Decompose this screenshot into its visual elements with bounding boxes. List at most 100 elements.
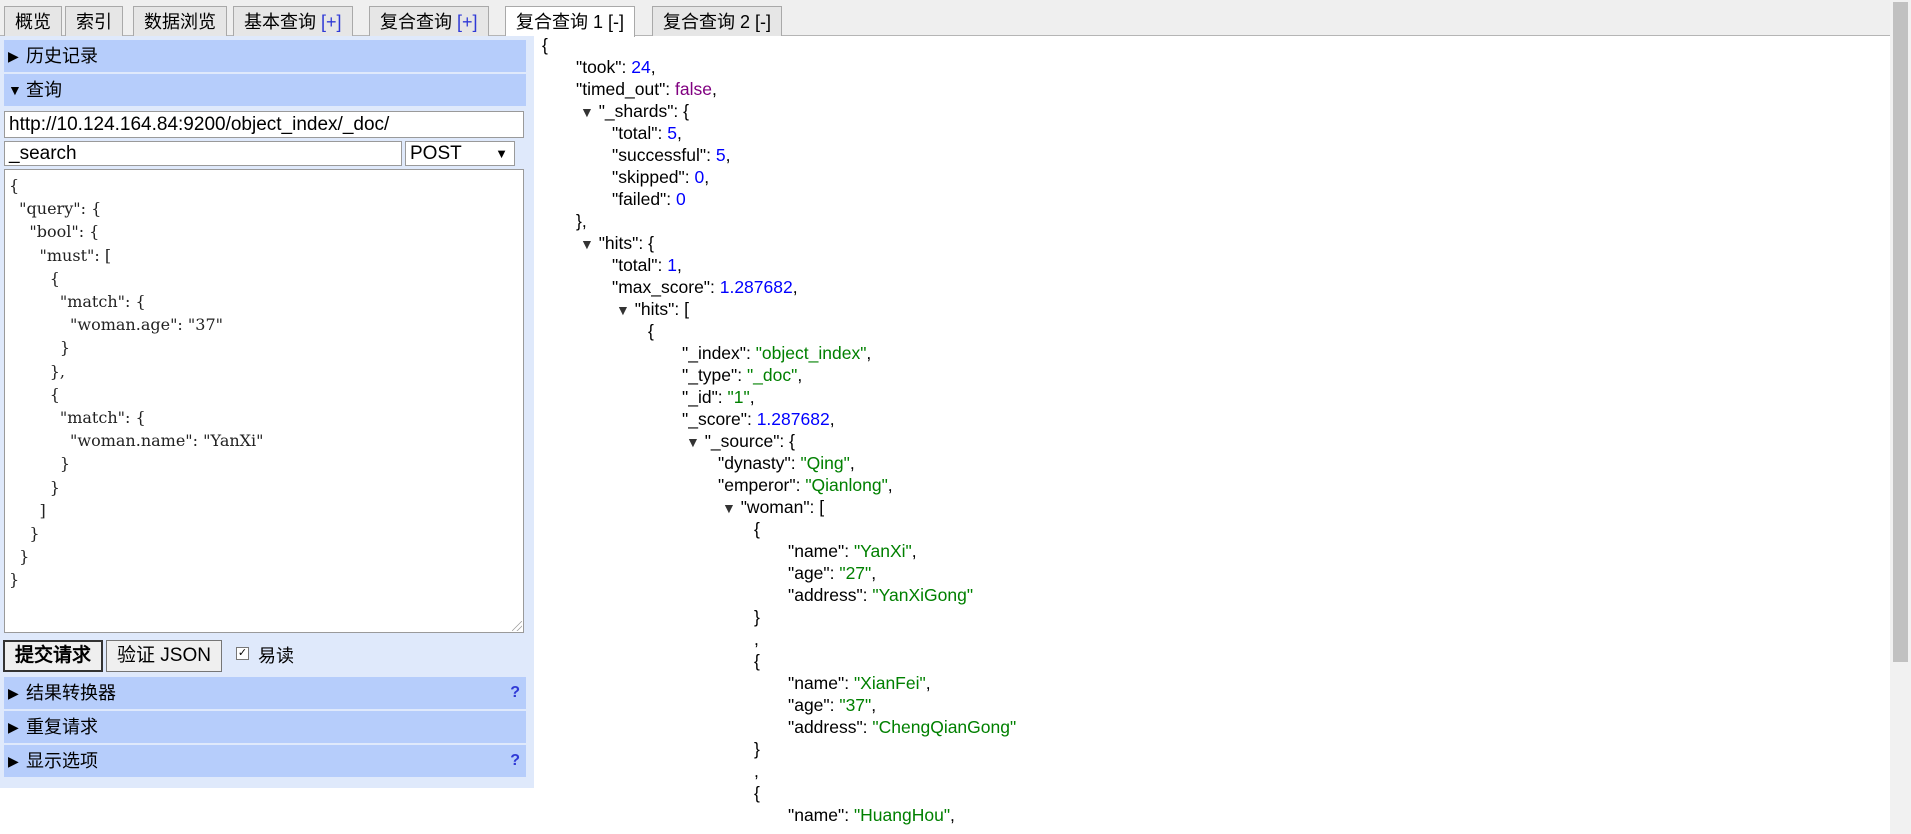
collapse-toggle-icon[interactable]: ▼ [722, 500, 736, 516]
tab-compound-query-1[interactable]: 复合查询 1 [-] [505, 6, 636, 37]
history-section-header[interactable]: ▶ 历史记录 [4, 40, 526, 72]
expand-arrow-icon: ▶ [8, 719, 19, 735]
json-value: "27" [839, 563, 872, 583]
section-label: 显示选项 [26, 751, 98, 771]
json-value: "HuangHou" [853, 805, 951, 825]
tab-basic-query[interactable]: 基本查询 [+] [233, 6, 353, 36]
json-line: "took": 24, [576, 57, 656, 77]
json-line: "name": "HuangHou", [788, 805, 955, 825]
json-line: "name": "XianFei", [788, 673, 931, 693]
query-section-header[interactable]: ▼ 查询 [4, 74, 526, 106]
json-value: false [675, 79, 712, 99]
tab-label: 复合查询 [380, 12, 458, 32]
json-value: "object_index" [755, 343, 867, 363]
json-line: }, [576, 211, 587, 231]
json-line: "max_score": 1.287682, [612, 277, 798, 297]
collapse-toggle-icon[interactable]: ▼ [616, 302, 630, 318]
json-line: { [754, 519, 760, 539]
json-value: 5 [667, 123, 677, 143]
validate-json-button[interactable]: 验证 JSON [106, 640, 222, 672]
query-body-text: { "query": { "bool": { "must": [ { "matc… [9, 176, 264, 590]
json-value: 1.287682 [756, 409, 830, 429]
tab-add-icon[interactable]: [+] [457, 12, 478, 32]
scrollbar-thumb[interactable] [1893, 2, 1908, 662]
readable-checkbox[interactable]: ✓ [236, 647, 249, 660]
expand-arrow-icon: ▶ [8, 685, 19, 701]
help-icon[interactable]: ? [510, 745, 520, 777]
tab-label: 索引 [76, 12, 112, 32]
json-line: ▼ "_shards": { [580, 101, 689, 121]
json-line: "address": "ChengQianGong" [788, 717, 1017, 737]
collapse-toggle-icon[interactable]: ▼ [580, 236, 594, 252]
path-input[interactable]: _search [4, 141, 402, 166]
tab-label: 复合查询 1 [-] [516, 12, 625, 32]
json-value: 1.287682 [719, 277, 793, 297]
json-result-viewer: { "took": 24, "timed_out": false, ▼ "_sh… [542, 34, 1882, 834]
json-line: "age": "27", [788, 563, 877, 583]
tab-compound-query[interactable]: 复合查询 [+] [369, 6, 489, 36]
json-line: "skipped": 0, [612, 167, 710, 187]
repeat-section-header[interactable]: ▶ 重复请求 [4, 711, 526, 743]
json-value: "YanXiGong" [872, 585, 974, 605]
section-label: 结果转换器 [26, 683, 116, 703]
json-value: "Qianlong" [805, 475, 888, 495]
tab-indices[interactable]: 索引 [65, 6, 123, 36]
collapse-arrow-icon: ▼ [8, 82, 22, 98]
collapse-toggle-icon[interactable]: ▼ [580, 104, 594, 120]
tab-compound-query-2[interactable]: 复合查询 2 [-] [652, 6, 783, 36]
json-line: { [542, 35, 548, 55]
query-body-textarea[interactable]: { "query": { "bool": { "must": [ { "matc… [4, 169, 524, 633]
json-value: "YanXi" [853, 541, 912, 561]
expand-arrow-icon: ▶ [8, 753, 19, 769]
tab-label: 基本查询 [244, 12, 322, 32]
tab-browser[interactable]: 数据浏览 [133, 6, 227, 36]
json-line: "_type": "_doc", [682, 365, 803, 385]
json-line: "emperor": "Qianlong", [718, 475, 893, 495]
json-line: "total": 5, [612, 123, 682, 143]
json-line: "total": 1, [612, 255, 682, 275]
vertical-scrollbar[interactable] [1890, 0, 1911, 834]
readable-label: 易读 [258, 646, 294, 666]
json-line: "_score": 1.287682, [682, 409, 835, 429]
section-label: 查询 [26, 80, 62, 100]
json-line: "successful": 5, [612, 145, 731, 165]
json-value: "Qing" [800, 453, 850, 473]
tab-label: 概览 [15, 12, 51, 32]
tab-add-icon[interactable]: [+] [321, 12, 342, 32]
json-line: "name": "YanXi", [788, 541, 917, 561]
section-label: 重复请求 [26, 717, 98, 737]
tab-overview[interactable]: 概览 [4, 6, 62, 36]
json-line: "_id": "1", [682, 387, 755, 407]
collapse-toggle-icon[interactable]: ▼ [686, 434, 700, 450]
json-line: ▼ "hits": [ [616, 299, 689, 319]
method-select[interactable]: POST ▼ [405, 141, 515, 166]
json-line: { [648, 321, 654, 341]
json-value: "37" [839, 695, 872, 715]
json-value: 0 [675, 189, 686, 209]
submit-request-button[interactable]: 提交请求 [3, 640, 104, 672]
json-line: , [754, 629, 759, 649]
tab-bar: 概览 索引 数据浏览 基本查询 [+] 复合查询 [+] 复合查询 1 [-] … [0, 0, 1911, 37]
resize-handle[interactable] [512, 621, 522, 631]
json-value: 0 [694, 167, 705, 187]
json-line: "failed": 0 [612, 189, 686, 209]
json-line: "address": "YanXiGong" [788, 585, 974, 605]
display-options-section-header[interactable]: ▶ 显示选项 ? [4, 745, 526, 777]
expand-arrow-icon: ▶ [8, 48, 19, 64]
url-input[interactable]: http://10.124.164.84:9200/object_index/_… [4, 111, 524, 138]
json-value: 24 [631, 57, 651, 77]
json-value: "1" [727, 387, 750, 407]
method-value: POST [410, 143, 462, 164]
json-line: } [754, 607, 760, 627]
json-value: "_doc" [746, 365, 798, 385]
json-line: "age": "37", [788, 695, 877, 715]
json-line: "_index": "object_index", [682, 343, 872, 363]
json-line: ▼ "hits": { [580, 233, 654, 253]
help-icon[interactable]: ? [510, 677, 520, 709]
json-line: { [754, 783, 760, 803]
json-value: 1 [667, 255, 677, 275]
json-line: { [754, 651, 760, 671]
transformer-section-header[interactable]: ▶ 结果转换器 ? [4, 677, 526, 709]
json-line: "timed_out": false, [576, 79, 717, 99]
json-line: } [754, 739, 760, 759]
